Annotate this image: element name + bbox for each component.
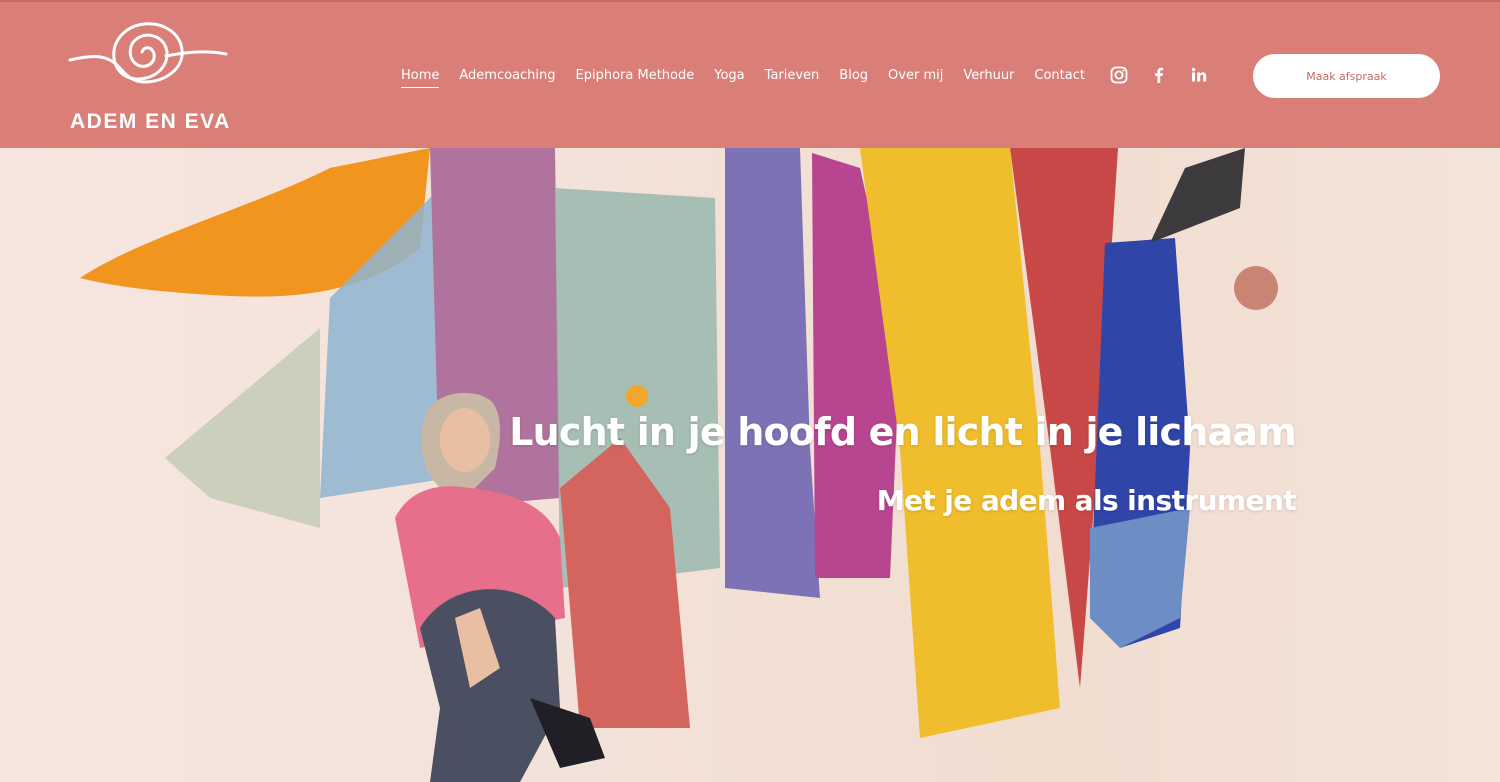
- hero-photo: [80, 148, 1278, 782]
- instagram-icon[interactable]: [1110, 66, 1128, 84]
- logo-text: ADEM EN EVA: [70, 110, 231, 133]
- logo[interactable]: ADEM EN EVA: [66, 20, 230, 134]
- nav-item-verhuur[interactable]: Verhuur: [963, 66, 1014, 88]
- nav-item-home[interactable]: Home: [401, 66, 440, 88]
- facebook-icon[interactable]: [1150, 66, 1168, 84]
- book-appointment-button[interactable]: Maak afspraak: [1253, 54, 1440, 98]
- hero-section: Lucht in je hoofd en licht in je lichaam…: [0, 148, 1500, 782]
- social-links: [1110, 66, 1208, 84]
- nav-item-ademcoaching[interactable]: Ademcoaching: [459, 66, 555, 88]
- linkedin-icon[interactable]: [1190, 66, 1208, 84]
- nav-item-yoga[interactable]: Yoga: [714, 66, 744, 88]
- nav-item-epiphora-methode[interactable]: Epiphora Methode: [576, 66, 695, 88]
- nav-item-blog[interactable]: Blog: [839, 66, 868, 88]
- main-nav: Home Ademcoaching Epiphora Methode Yoga …: [401, 66, 1105, 88]
- logo-spiral-icon: [68, 22, 228, 84]
- site-header: ADEM EN EVA Home Ademcoaching Epiphora M…: [0, 0, 1500, 148]
- hero-headline: Lucht in je hoofd en licht in je lichaam: [509, 410, 1297, 454]
- nav-item-contact[interactable]: Contact: [1034, 66, 1085, 88]
- hero-subheadline: Met je adem als instrument: [876, 484, 1297, 517]
- nav-item-over-mij[interactable]: Over mij: [888, 66, 943, 88]
- nav-item-tarieven[interactable]: Tarieven: [765, 66, 820, 88]
